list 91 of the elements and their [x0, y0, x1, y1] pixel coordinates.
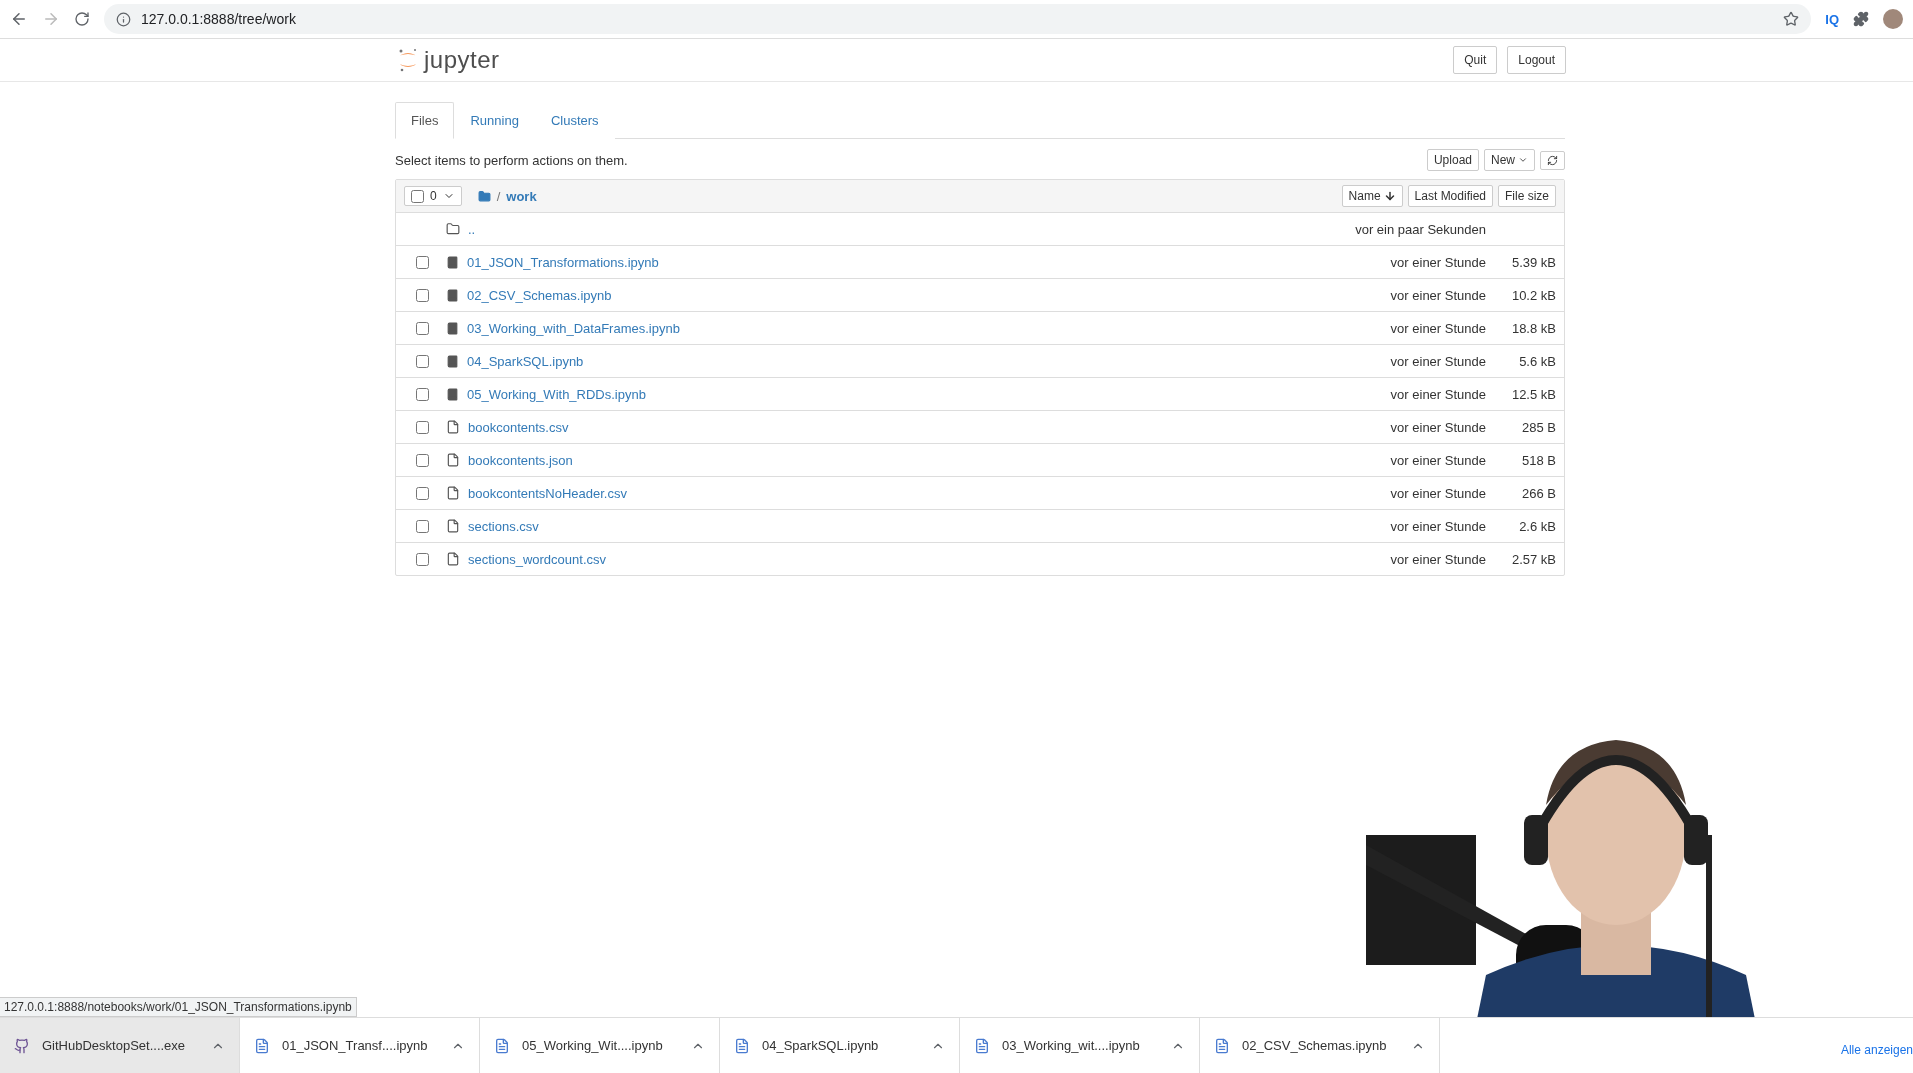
file-size: 12.5 kB: [1510, 386, 1556, 402]
document-icon: [254, 1037, 270, 1054]
file-link[interactable]: 04_SparkSQL.ipynb: [467, 353, 584, 369]
puzzle-icon[interactable]: [1853, 11, 1869, 27]
header-button[interactable]: Quit: [1453, 46, 1498, 74]
status-url: 127.0.0.1:8888/notebooks/work/01_JSON_Transformations.ipynb: [0, 997, 357, 1017]
logo-text: jupyter: [424, 46, 500, 74]
file-link[interactable]: bookcontentsNoHeader.csv: [468, 485, 627, 501]
file-size: 5.6 kB: [1518, 353, 1556, 369]
modified-time: vor einer Stunde: [1389, 353, 1486, 369]
modified-time: vor ein paar Sekunden: [1354, 221, 1486, 237]
file-size: 10.2 kB: [1510, 287, 1556, 303]
modified-time: vor einer Stunde: [1389, 485, 1486, 501]
file-link[interactable]: sections.csv: [468, 518, 539, 534]
row-checkbox[interactable]: [416, 453, 429, 467]
file-link[interactable]: sections_wordcount.csv: [468, 551, 606, 567]
file-size: 5.39 kB: [1510, 254, 1556, 270]
document-icon: [974, 1037, 990, 1054]
file-size: 518 B: [1521, 452, 1556, 468]
folder-icon: [446, 222, 460, 236]
file-size: 266 B: [1521, 485, 1556, 501]
sort-button[interactable]: Name: [1341, 185, 1403, 207]
book-icon: [446, 387, 459, 401]
document-icon: [494, 1037, 510, 1054]
row-checkbox[interactable]: [416, 321, 429, 335]
arrow-down-icon: [1383, 190, 1396, 202]
refresh-button[interactable]: [1540, 150, 1565, 170]
folder-link[interactable]: work: [506, 188, 537, 204]
reload-icon[interactable]: [74, 11, 90, 27]
extension-icon[interactable]: IQ: [1825, 11, 1839, 27]
header-button[interactable]: Logout: [1507, 46, 1566, 74]
file-icon: [446, 453, 460, 467]
modified-time: vor einer Stunde: [1389, 419, 1486, 435]
book-icon: [446, 255, 459, 269]
sort-button[interactable]: File size: [1498, 185, 1556, 207]
tab[interactable]: Files: [395, 102, 455, 139]
file-icon: [446, 519, 460, 533]
selected-count: 0: [430, 189, 437, 203]
file-icon: [446, 552, 460, 566]
logo-icon: [398, 48, 418, 72]
refresh-icon: [1547, 154, 1558, 166]
row-checkbox[interactable]: [416, 288, 429, 302]
modified-time: vor einer Stunde: [1389, 551, 1486, 567]
row-checkbox[interactable]: [416, 354, 429, 368]
book-icon: [446, 321, 459, 335]
avatar[interactable]: [1883, 9, 1903, 29]
address-bar[interactable]: 127.0.0.1:8888/tree/work: [104, 4, 1812, 34]
new-button[interactable]: New: [1484, 149, 1535, 171]
document-icon: [1214, 1037, 1230, 1054]
upload-button[interactable]: Upload: [1426, 149, 1479, 171]
book-icon: [446, 288, 459, 302]
file-size: 18.8 kB: [1510, 320, 1556, 336]
back-icon[interactable]: [10, 10, 28, 28]
file-link[interactable]: 05_Working_With_RDDs.ipynb: [467, 386, 646, 402]
modified-time: vor einer Stunde: [1389, 287, 1486, 303]
file-link[interactable]: bookcontents.csv: [468, 419, 569, 435]
file-link[interactable]: bookcontents.json: [468, 452, 573, 468]
folder-icon: [477, 189, 491, 203]
star-icon[interactable]: [1783, 11, 1800, 27]
row-checkbox[interactable]: [416, 519, 429, 533]
book-icon: [446, 354, 459, 368]
row-checkbox[interactable]: [416, 387, 429, 401]
github-icon: [14, 1037, 30, 1054]
modified-time: vor einer Stunde: [1389, 254, 1486, 270]
document-icon: [734, 1037, 750, 1054]
row-checkbox[interactable]: [416, 552, 429, 566]
parent-folder-link[interactable]: ..: [468, 221, 476, 237]
row-checkbox[interactable]: [416, 255, 429, 269]
file-size: 285 B: [1521, 419, 1556, 435]
file-size: 2.6 kB: [1518, 518, 1556, 534]
file-link[interactable]: 02_CSV_Schemas.ipynb: [467, 287, 612, 303]
file-link[interactable]: 03_Working_with_DataFrames.ipynb: [467, 320, 680, 336]
show-all-link[interactable]: Alle anzeigen: [1840, 1043, 1913, 1057]
file-size: 2.57 kB: [1510, 551, 1556, 567]
download-item[interactable]: GitHubDesktopSet....exe: [0, 1018, 240, 1073]
info-icon: [116, 11, 131, 27]
select-all-checkbox[interactable]: [411, 189, 424, 203]
select-all-control[interactable]: 0: [404, 186, 462, 206]
file-icon: [446, 486, 460, 500]
file-link[interactable]: 01_JSON_Transformations.ipynb: [467, 254, 659, 270]
path-separator: /: [496, 188, 501, 204]
modified-time: vor einer Stunde: [1389, 386, 1486, 402]
modified-time: vor einer Stunde: [1389, 452, 1486, 468]
hint-text: Select items to perform actions on them.: [395, 152, 629, 168]
caret-icon: [1518, 155, 1528, 165]
modified-time: vor einer Stunde: [1389, 320, 1486, 336]
file-icon: [446, 420, 460, 434]
modified-time: vor einer Stunde: [1389, 518, 1486, 534]
row-checkbox[interactable]: [416, 486, 429, 500]
sort-button[interactable]: Last Modified: [1407, 185, 1493, 207]
row-checkbox[interactable]: [416, 420, 429, 434]
